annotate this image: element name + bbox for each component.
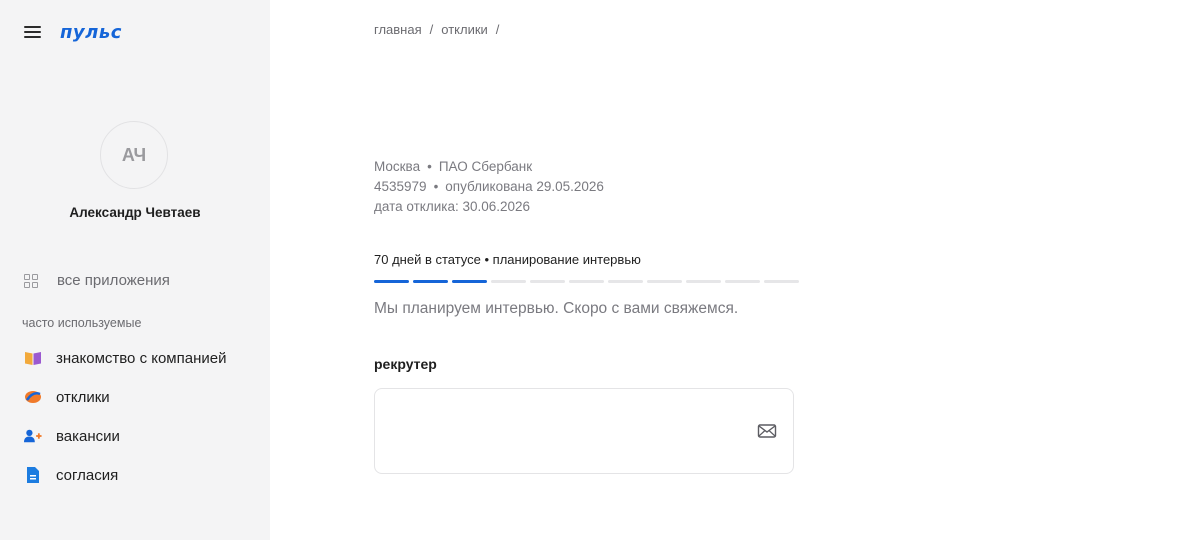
sidebar: пульс АЧ Александр Чевтаев все приложени…: [0, 0, 270, 540]
status-text: 70 дней в статусе • планирование интервь…: [374, 252, 641, 267]
breadcrumb-responses[interactable]: отклики: [441, 22, 488, 37]
avatar[interactable]: АЧ: [100, 121, 168, 189]
breadcrumb-home[interactable]: главная: [374, 22, 422, 37]
progress-segment: [686, 280, 721, 283]
vacancy-city: Москва: [374, 159, 421, 174]
recruiter-title: рекрутер: [374, 356, 437, 372]
vacancy-id: 4535979: [374, 179, 427, 194]
progress-segment: [647, 280, 682, 283]
progress-segment: [374, 280, 409, 283]
progress-segment: [491, 280, 526, 283]
user-name: Александр Чевтаев: [69, 205, 201, 220]
sidebar-item-company-intro[interactable]: знакомство с компанией: [24, 349, 226, 367]
breadcrumb-separator: /: [429, 22, 434, 37]
response-date-text: дата отклика: 30.06.2026: [374, 199, 531, 214]
sidebar-item-label: отклики: [56, 388, 110, 406]
all-apps-link[interactable]: все приложения: [24, 272, 170, 289]
apps-grid-icon: [24, 273, 38, 288]
add-person-icon: [24, 427, 42, 445]
mail-icon[interactable]: [757, 422, 777, 440]
sidebar-item-vacancies[interactable]: вакансии: [24, 427, 120, 445]
recruiter-card: [374, 388, 794, 474]
sidebar-item-responses[interactable]: отклики: [24, 388, 110, 406]
sidebar-item-label: вакансии: [56, 427, 120, 445]
sidebar-item-label: знакомство с компанией: [56, 349, 227, 367]
breadcrumb: главная / отклики /: [374, 22, 499, 37]
frequent-section-title: часто используемые: [22, 316, 142, 330]
all-apps-label: все приложения: [57, 272, 170, 289]
vacancy-id-published: 4535979 • опубликована 29.05.2026: [374, 179, 604, 194]
responses-icon: [24, 388, 42, 406]
sidebar-item-label: согласия: [56, 466, 119, 484]
response-date: дата отклика: 30.06.2026: [374, 199, 530, 214]
status-description: Мы планируем интервью. Скоро с вами свяж…: [374, 300, 739, 317]
logo[interactable]: пульс: [60, 22, 122, 43]
vacancy-location-company: Москва • ПАО Сбербанк: [374, 159, 532, 174]
vacancy-company: ПАО Сбербанк: [438, 159, 533, 174]
document-icon: [24, 466, 42, 484]
breadcrumb-separator: /: [495, 22, 500, 37]
menu-icon[interactable]: [24, 25, 42, 39]
progress-segment: [413, 280, 448, 283]
separator-dot: •: [433, 179, 439, 194]
progress-segment: [569, 280, 604, 283]
vacancy-published: опубликована 29.05.2026: [445, 179, 604, 194]
status-progress: [374, 280, 799, 283]
book-icon: [24, 349, 42, 367]
top-bar: пульс: [24, 20, 122, 44]
progress-segment: [452, 280, 487, 283]
progress-segment: [608, 280, 643, 283]
progress-segment: [764, 280, 799, 283]
progress-segment: [725, 280, 760, 283]
sidebar-item-consents[interactable]: согласия: [24, 466, 118, 484]
progress-segment: [530, 280, 565, 283]
separator-dot: •: [427, 159, 432, 174]
